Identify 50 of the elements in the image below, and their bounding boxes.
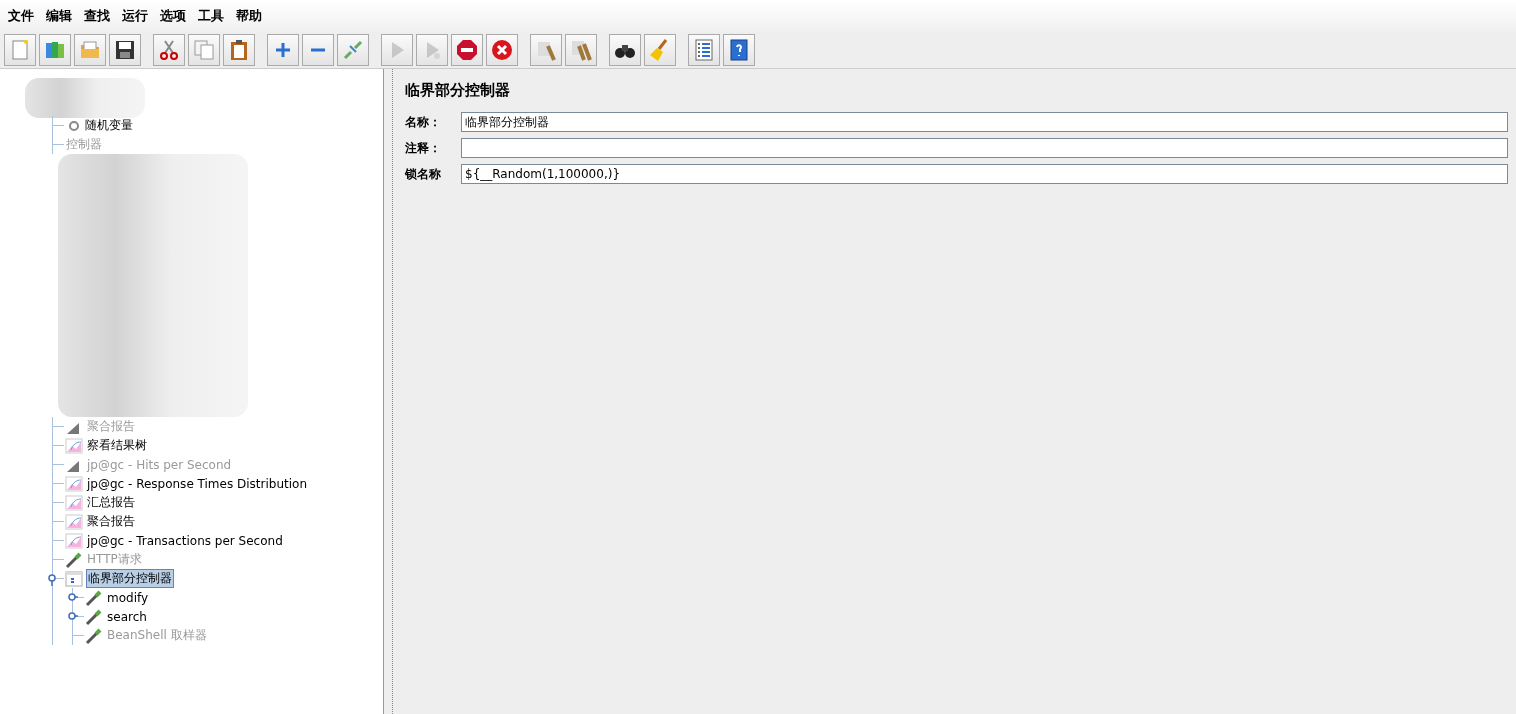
copy-icon — [192, 38, 216, 62]
toolbar-button[interactable] — [723, 34, 755, 66]
collapse-icon — [311, 48, 325, 52]
controller-icon — [65, 570, 83, 587]
pipette-icon — [85, 626, 103, 645]
chart-icon — [65, 494, 83, 511]
pipette-icon — [85, 607, 103, 626]
field-label: 注释： — [405, 139, 442, 157]
text-field[interactable]: ${__Random(1,100000,)} — [461, 164, 1508, 184]
menu-item[interactable]: 查找 — [80, 5, 114, 27]
menu-item[interactable]: 文件 — [4, 5, 38, 27]
tree-item[interactable]: search — [106, 608, 148, 625]
pipette-icon — [85, 588, 103, 607]
menu-item[interactable]: 运行 — [118, 5, 152, 27]
toolbar-button[interactable] — [609, 34, 641, 66]
tree-toggle[interactable] — [68, 593, 78, 601]
cut-icon — [157, 38, 181, 62]
field-label: 锁名称 — [405, 165, 442, 183]
text-field[interactable] — [461, 138, 1508, 158]
text-field[interactable]: 临界部分控制器 — [461, 112, 1508, 132]
tree-item[interactable]: 汇总报告 — [86, 493, 136, 512]
menu-item[interactable]: 编辑 — [42, 5, 76, 27]
tree-item[interactable]: 察看结果树 — [86, 436, 148, 455]
menu-item[interactable]: 选项 — [156, 5, 190, 27]
chart-icon — [65, 532, 83, 549]
tree-item[interactable]: jp@gc - Transactions per Second — [86, 532, 284, 549]
menu-item[interactable]: 工具 — [194, 5, 228, 27]
chart-icon — [65, 475, 83, 492]
chart-icon — [65, 437, 83, 454]
clear-all-icon — [569, 38, 593, 62]
toolbar-button[interactable] — [109, 34, 141, 66]
panel-title: 临界部分控制器 — [405, 81, 511, 100]
help-icon — [727, 38, 751, 62]
function-helper-icon — [692, 38, 716, 62]
tree-item[interactable]: 随机变量 — [84, 116, 134, 135]
toolbar-button[interactable] — [223, 34, 255, 66]
save-icon — [113, 38, 137, 62]
toggle-icon — [341, 38, 365, 62]
tree-item[interactable]: jp@gc - Response Times Distribution — [86, 475, 308, 492]
chart-icon — [65, 513, 83, 530]
field-label: 名称： — [405, 113, 442, 131]
tree-toggle[interactable] — [68, 612, 78, 620]
tree-toggle[interactable] — [48, 574, 58, 586]
tree-item[interactable]: 临界部分控制器 — [86, 569, 174, 588]
pipette-icon — [65, 550, 83, 569]
shutdown-icon — [490, 38, 514, 62]
tree-item[interactable]: 聚合报告 — [86, 512, 136, 531]
tree-item[interactable]: modify — [106, 589, 150, 606]
menu-item[interactable]: 帮助 — [232, 5, 266, 27]
stop-icon — [455, 38, 479, 62]
